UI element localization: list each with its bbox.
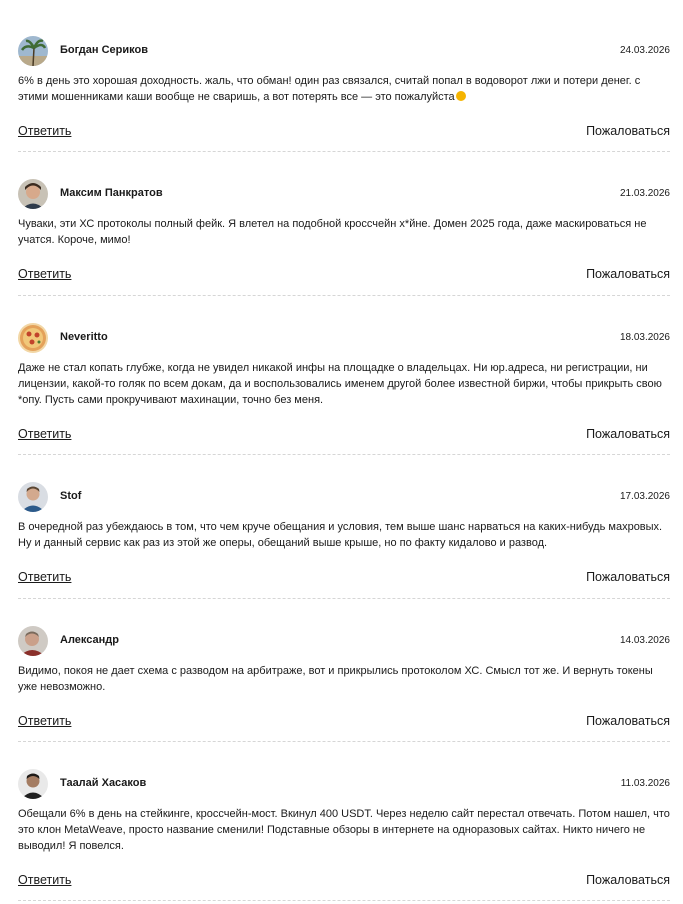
reply-button[interactable]: Ответить [18,124,71,138]
comment-text-wrap: Даже не стал копать глубже, когда не уви… [18,360,670,408]
comment-header: Таалай Хасаков 11.03.2026 [18,769,670,799]
author-name: Stof [60,490,82,502]
comment-header: Stof 17.03.2026 [18,482,670,512]
comment-actions: Ответить Пожаловаться [18,124,670,144]
comment-item: Таалай Хасаков 11.03.2026 Обещали 6% в д… [18,769,670,901]
comment-actions: Ответить Пожаловаться [18,427,670,447]
author-name: Александр [60,634,119,646]
author-name: Таалай Хасаков [60,777,147,789]
comment-date: 17.03.2026 [619,491,670,502]
comment-item: Neveritto 18.03.2026 Даже не стал копать… [18,323,670,455]
report-button[interactable]: Пожаловаться [586,267,670,281]
comment-date: 14.03.2026 [619,635,670,646]
comment-actions: Ответить Пожаловаться [18,267,670,287]
comment-text: Обещали 6% в день на стейкинге, кроссчей… [18,808,670,852]
comment-header: Максим Панкратов 21.03.2026 [18,179,670,209]
comment-text-wrap: Видимо, покоя не дает схема с разводом н… [18,663,670,695]
report-button[interactable]: Пожаловаться [586,124,670,138]
reply-button[interactable]: Ответить [18,427,71,441]
comment-date: 11.03.2026 [620,778,670,789]
comment-header: Александр 14.03.2026 [18,626,670,656]
author-name: Neveritto [60,331,108,343]
comment-text: Чуваки, эти ХС протоколы полный фейк. Я … [18,218,647,246]
comment-item: Максим Панкратов 21.03.2026 Чуваки, эти … [18,179,670,296]
comment-date: 24.03.2026 [619,45,670,56]
avatar-man-dark-icon[interactable] [18,769,48,799]
report-button[interactable]: Пожаловаться [586,427,670,441]
author-name: Максим Панкратов [60,187,163,199]
avatar-man-icon[interactable] [18,482,48,512]
reply-button[interactable]: Ответить [18,714,71,728]
avatar-palm-icon[interactable] [18,36,48,66]
comment-actions: Ответить Пожаловаться [18,714,670,734]
reply-button[interactable]: Ответить [18,873,71,887]
reply-button[interactable]: Ответить [18,570,71,584]
comment-date: 21.03.2026 [619,188,670,199]
comment-date: 18.03.2026 [619,332,670,343]
comment-header: Богдан Сериков 24.03.2026 [18,36,670,66]
comment-text: Даже не стал копать глубже, когда не уви… [18,362,662,406]
comment-item: Александр 14.03.2026 Видимо, покоя не да… [18,626,670,742]
report-button[interactable]: Пожаловаться [586,714,670,728]
comment-text: В очередной раз убеждаюсь в том, что чем… [18,521,663,549]
comment-text: Видимо, покоя не дает схема с разводом н… [18,665,653,693]
comment-text: 6% в день это хорошая доходность. жаль, … [18,75,641,103]
avatar-man-icon[interactable] [18,179,48,209]
report-button[interactable]: Пожаловаться [586,873,670,887]
comment-text-wrap: 6% в день это хорошая доходность. жаль, … [18,73,670,105]
avatar-man-icon[interactable] [18,626,48,656]
author-name: Богдан Сериков [60,44,148,56]
sad-face-emoji-icon [455,91,466,101]
comment-text-wrap: Чуваки, эти ХС протоколы полный фейк. Я … [18,216,670,248]
comment-item: Богдан Сериков 24.03.2026 6% в день это … [18,36,670,152]
comment-text-wrap: Обещали 6% в день на стейкинге, кроссчей… [18,806,670,854]
comment-header: Neveritto 18.03.2026 [18,323,670,353]
avatar-pizza-icon[interactable] [18,323,48,353]
report-button[interactable]: Пожаловаться [586,570,670,584]
comment-text-wrap: В очередной раз убеждаюсь в том, что чем… [18,519,670,551]
reply-button[interactable]: Ответить [18,267,71,281]
comment-item: Stof 17.03.2026 В очередной раз убеждаюс… [18,482,670,599]
comment-actions: Ответить Пожаловаться [18,570,670,590]
comment-actions: Ответить Пожаловаться [18,873,670,893]
